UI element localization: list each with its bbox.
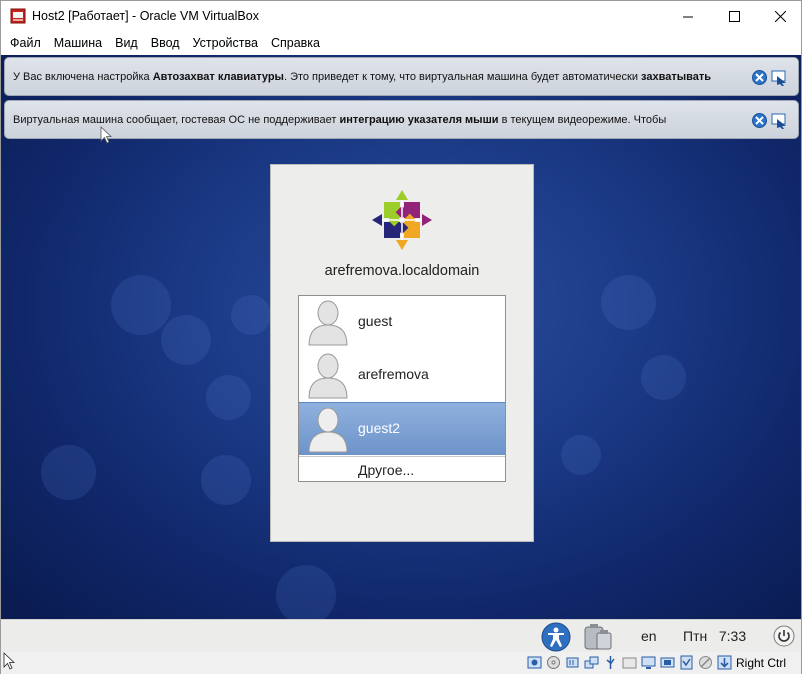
background-bokeh bbox=[201, 455, 251, 505]
keyboard-capture-banner: У Вас включена настройка Автозахват клав… bbox=[4, 57, 799, 96]
clock[interactable]: Птн 7:33 bbox=[683, 628, 746, 644]
menu-input[interactable]: Ввод bbox=[146, 32, 185, 54]
close-icon bbox=[755, 116, 764, 125]
close-icon bbox=[755, 73, 764, 82]
display-icon[interactable] bbox=[641, 655, 656, 670]
user-name: guest2 bbox=[358, 420, 401, 436]
virtualbox-window: Host2 [Работает] - Oracle VM VirtualBox … bbox=[0, 0, 802, 674]
user-avatar-icon bbox=[308, 407, 348, 453]
banner-close-button[interactable] bbox=[752, 113, 767, 128]
user-name: guest bbox=[358, 313, 393, 329]
background-bokeh bbox=[561, 435, 601, 475]
virtualbox-app-icon bbox=[10, 8, 26, 24]
maximize-icon bbox=[728, 10, 740, 22]
user-row-arefremova[interactable]: arefremova bbox=[299, 349, 505, 402]
menu-bar: Файл Машина Вид Ввод Устройства Справка bbox=[1, 32, 801, 54]
dont-show-again-icon[interactable] bbox=[771, 69, 788, 86]
menu-devices[interactable]: Устройства bbox=[188, 32, 263, 54]
menu-file[interactable]: Файл bbox=[5, 32, 46, 54]
user-row-guest2[interactable]: guest2 bbox=[299, 402, 505, 455]
other-user-row[interactable]: Другое... bbox=[299, 456, 505, 481]
background-bokeh bbox=[41, 445, 96, 500]
background-bokeh bbox=[111, 275, 171, 335]
background-bokeh bbox=[206, 375, 251, 420]
close-button[interactable] bbox=[757, 1, 802, 31]
close-icon bbox=[774, 10, 786, 22]
shared-folders-icon[interactable] bbox=[622, 655, 637, 670]
centos-logo-icon bbox=[372, 190, 432, 250]
vm-status-bar: Right Ctrl bbox=[1, 652, 801, 674]
banner-close-button[interactable] bbox=[752, 70, 767, 85]
accessibility-icon[interactable] bbox=[541, 622, 571, 652]
hard-disk-icon[interactable] bbox=[527, 655, 542, 670]
maximize-button[interactable] bbox=[711, 1, 757, 31]
network-icon[interactable] bbox=[584, 655, 599, 670]
mouse-integration-banner: Виртуальная машина сообщает, гостевая ОС… bbox=[4, 100, 799, 139]
keyboard-layout-indicator[interactable]: en bbox=[641, 628, 657, 644]
vm-display[interactable]: У Вас включена настройка Автозахват клав… bbox=[1, 55, 801, 619]
background-bokeh bbox=[161, 315, 211, 365]
user-avatar-icon bbox=[308, 353, 348, 399]
mouse-pointer-icon bbox=[3, 652, 15, 670]
user-row-guest[interactable]: guest bbox=[299, 296, 505, 349]
menu-help[interactable]: Справка bbox=[266, 32, 325, 54]
audio-icon[interactable] bbox=[565, 655, 580, 670]
user-avatar-icon bbox=[308, 300, 348, 346]
banner-text: Виртуальная машина сообщает, гостевая ОС… bbox=[13, 113, 667, 126]
background-bokeh bbox=[231, 295, 271, 335]
mouse-integration-icon[interactable] bbox=[698, 655, 713, 670]
hostname-label: arefremova.localdomain bbox=[324, 263, 480, 279]
menu-view[interactable]: Вид bbox=[110, 32, 143, 54]
banner-text: У Вас включена настройка Автозахват клав… bbox=[13, 70, 711, 83]
user-list: guest arefremova guest2 Другое... bbox=[298, 295, 506, 482]
dont-show-again-icon[interactable] bbox=[771, 112, 788, 129]
mouse-pointer-icon bbox=[100, 126, 112, 144]
virtualization-icon[interactable] bbox=[679, 655, 694, 670]
menu-machine[interactable]: Машина bbox=[49, 32, 107, 54]
title-bar[interactable]: Host2 [Работает] - Oracle VM VirtualBox bbox=[1, 1, 801, 31]
login-dialog: arefremova.localdomain guest arefremova bbox=[270, 164, 534, 542]
minimize-icon bbox=[682, 16, 693, 17]
video-capture-icon[interactable] bbox=[660, 655, 675, 670]
battery-icon[interactable] bbox=[581, 621, 613, 652]
host-key-label[interactable]: Right Ctrl bbox=[736, 656, 786, 670]
usb-icon[interactable] bbox=[603, 655, 618, 670]
background-bokeh bbox=[276, 565, 336, 619]
optical-drive-icon[interactable] bbox=[546, 655, 561, 670]
background-bokeh bbox=[641, 355, 686, 400]
background-bokeh bbox=[601, 275, 656, 330]
power-icon[interactable] bbox=[773, 625, 795, 647]
other-user-label: Другое... bbox=[358, 462, 415, 478]
host-key-icon[interactable] bbox=[717, 655, 732, 670]
minimize-button[interactable] bbox=[665, 1, 711, 31]
window-title: Host2 [Работает] - Oracle VM VirtualBox bbox=[32, 9, 259, 23]
guest-top-panel: en Птн 7:33 bbox=[1, 619, 801, 652]
user-name: arefremova bbox=[358, 366, 429, 382]
